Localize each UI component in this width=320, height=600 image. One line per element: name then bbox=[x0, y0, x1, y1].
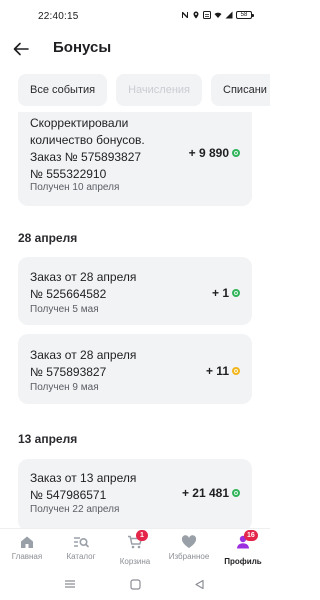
arrow-left-icon bbox=[13, 42, 29, 56]
nav-favorites[interactable]: Избранное bbox=[162, 535, 216, 569]
bonus-history-list[interactable]: Скорректировали количество бонусов. Зака… bbox=[0, 112, 270, 528]
wifi-icon bbox=[214, 12, 222, 18]
entry-amount: + 21 481 bbox=[182, 486, 240, 500]
nav-label: Профиль bbox=[224, 557, 262, 566]
bonus-entry[interactable]: Скорректировали количество бонусов. Зака… bbox=[18, 112, 252, 206]
nfc-icon bbox=[182, 12, 188, 18]
nav-cart[interactable]: 1 Корзина bbox=[108, 530, 162, 569]
entry-amount: + 9 890 bbox=[189, 146, 240, 160]
entry-received-date: Получен 10 апреля bbox=[30, 182, 120, 193]
bonus-coin-icon bbox=[232, 367, 240, 375]
entry-amount: + 11 bbox=[206, 364, 240, 378]
bonus-entry[interactable]: Заказ от 28 апреля № 575893827 Получен 9… bbox=[18, 334, 252, 404]
square-icon bbox=[129, 578, 141, 590]
system-menu-button[interactable] bbox=[63, 577, 77, 591]
home-icon bbox=[21, 536, 33, 548]
nav-label: Главная bbox=[11, 552, 43, 561]
entry-line: Заказ № 575893827 bbox=[30, 150, 142, 164]
nav-catalog[interactable]: Каталог bbox=[54, 535, 108, 569]
entry-received-date: Получен 9 мая bbox=[30, 382, 99, 393]
status-icons: 58 bbox=[181, 11, 254, 19]
triangle-back-icon bbox=[194, 579, 204, 589]
system-home-button[interactable] bbox=[128, 577, 142, 591]
entry-line: количество бонусов. bbox=[30, 133, 145, 147]
entry-received-date: Получен 5 мая bbox=[30, 304, 99, 315]
profile-badge: 16 bbox=[244, 530, 258, 541]
entry-line: Заказ от 28 апреля bbox=[30, 348, 137, 362]
entry-line: № 555322910 bbox=[30, 167, 107, 181]
entry-amount-value: + 21 481 bbox=[181, 486, 229, 500]
page-title: Бонусы bbox=[53, 39, 112, 56]
bonuses-screen: 22:40:15 58 Бонусы Все события Начислени… bbox=[0, 0, 270, 600]
system-back-button[interactable] bbox=[192, 577, 206, 591]
menu-lines-icon bbox=[65, 580, 75, 588]
nav-home[interactable]: Главная bbox=[0, 535, 54, 569]
signal-icon bbox=[225, 11, 233, 19]
status-bar: 22:40:15 58 bbox=[0, 0, 270, 36]
date-section-title: 13 апреля bbox=[18, 432, 78, 446]
catalog-search-icon bbox=[74, 537, 89, 548]
filter-chip-writeoffs[interactable]: Списани bbox=[211, 74, 270, 106]
battery-icon: 58 bbox=[236, 11, 254, 19]
heart-icon bbox=[181, 535, 197, 548]
app-header: Бонусы bbox=[0, 36, 270, 64]
entry-amount-value: + 9 890 bbox=[188, 146, 229, 160]
system-navigation-bar bbox=[0, 570, 270, 600]
filter-chip-accruals[interactable]: Начисления bbox=[116, 74, 203, 106]
nav-profile[interactable]: 16 Профиль bbox=[216, 530, 270, 569]
bonus-coin-icon bbox=[232, 149, 240, 157]
filter-chips: Все события Начисления Списани bbox=[18, 74, 270, 106]
nav-label: Каталог bbox=[66, 552, 96, 561]
bonus-coin-icon bbox=[232, 289, 240, 297]
entry-line: № 575893827 bbox=[30, 365, 107, 379]
filter-chip-all[interactable]: Все события bbox=[18, 74, 108, 106]
network-icon bbox=[203, 11, 211, 19]
entry-amount-value: + 11 bbox=[205, 364, 229, 378]
location-icon bbox=[193, 11, 199, 19]
cart-badge: 1 bbox=[136, 530, 148, 541]
entry-amount: + 1 bbox=[212, 286, 240, 300]
entry-amount-value: + 1 bbox=[211, 286, 229, 300]
back-button[interactable] bbox=[10, 38, 32, 60]
entry-line: Заказ от 13 апреля bbox=[30, 471, 137, 485]
bonus-entry[interactable]: Заказ от 28 апреля № 525664582 Получен 5… bbox=[18, 257, 252, 325]
entry-line: № 547986571 bbox=[30, 488, 107, 502]
entry-line: Скорректировали bbox=[30, 116, 129, 130]
nav-label: Корзина bbox=[119, 557, 151, 566]
date-section-title: 28 апреля bbox=[18, 231, 78, 245]
bonus-coin-icon bbox=[232, 489, 240, 497]
entry-line: № 525664582 bbox=[30, 287, 107, 301]
entry-received-date: Получен 22 апреля bbox=[30, 504, 120, 515]
bonus-entry[interactable]: Заказ от 13 апреля № 547986571 Получен 2… bbox=[18, 459, 252, 528]
nav-label: Избранное bbox=[168, 552, 210, 561]
status-time: 22:40:15 bbox=[38, 11, 79, 22]
entry-line: Заказ от 28 апреля bbox=[30, 270, 137, 284]
bottom-navigation: Главная Каталог 1 Корзина Избранное 16 П… bbox=[0, 528, 270, 570]
